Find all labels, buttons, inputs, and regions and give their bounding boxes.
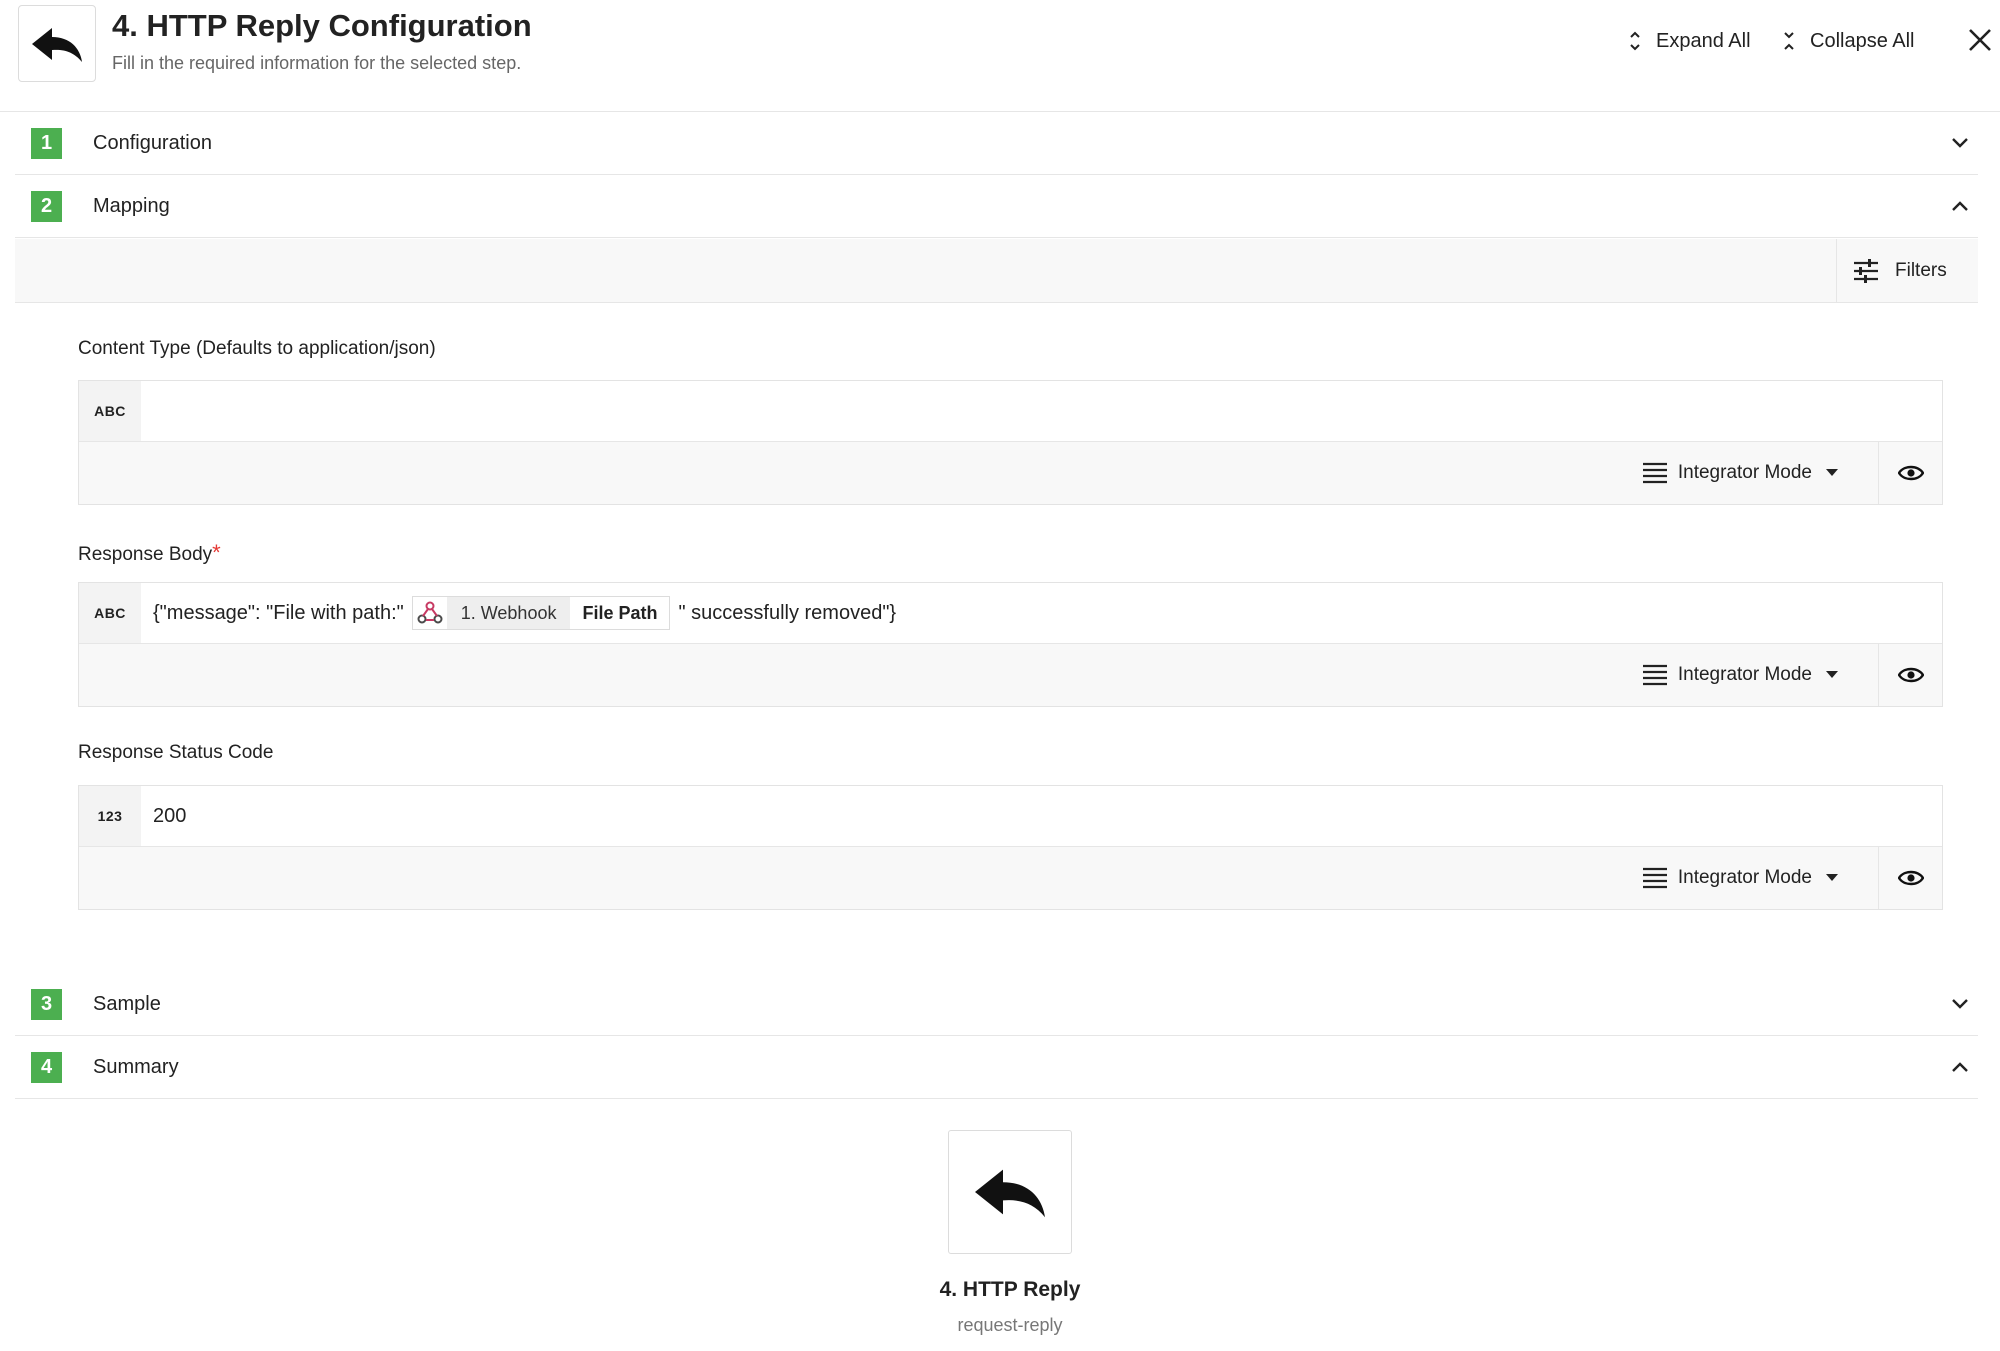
required-mark: * — [212, 540, 221, 565]
page-title: 4. HTTP Reply Configuration — [112, 8, 532, 43]
filters-label: Filters — [1895, 260, 1947, 281]
reply-icon — [948, 1130, 1072, 1254]
response-body-field: ABC {"message": "File with path:" 1. Web… — [78, 582, 1943, 707]
mode-label: Integrator Mode — [1677, 867, 1812, 888]
response-body-suffix: " successfully removed"} — [678, 601, 897, 624]
response-body-input[interactable]: ABC {"message": "File with path:" 1. Web… — [79, 583, 1942, 644]
expand-all-button[interactable]: Expand All — [1628, 26, 1751, 56]
section-sample[interactable]: 3 Sample — [15, 973, 1978, 1036]
status-code-label: Response Status Code — [78, 742, 274, 763]
type-badge-text: 123 — [79, 786, 141, 846]
eye-icon[interactable] — [1878, 442, 1942, 504]
type-badge-text: ABC — [79, 381, 141, 441]
token-field: File Path — [582, 602, 658, 623]
mode-list-icon — [1642, 664, 1668, 686]
collapse-icon — [1782, 30, 1796, 52]
integrator-mode-dropdown[interactable]: Integrator Mode — [1642, 442, 1858, 504]
mode-list-icon — [1642, 867, 1668, 889]
caret-down-icon — [1826, 469, 1838, 477]
mode-list-icon — [1642, 462, 1668, 484]
response-body-prefix: {"message": "File with path:" — [153, 601, 404, 624]
field-toolbar: Integrator Mode — [79, 442, 1942, 504]
section-label: Mapping — [93, 194, 170, 217]
field-toolbar: Integrator Mode — [79, 847, 1942, 909]
page-subtitle: Fill in the required information for the… — [112, 53, 522, 73]
config-header: 4. HTTP Reply Configuration Fill in the … — [0, 0, 2000, 112]
mapped-token[interactable]: 1. Webhook File Path — [411, 596, 671, 630]
section-configuration[interactable]: 1 Configuration — [15, 112, 1978, 175]
content-type-label: Content Type (Defaults to application/js… — [78, 338, 436, 359]
status-code-field: 123 200 Integrator Mode — [78, 785, 1943, 910]
expand-icon — [1628, 30, 1642, 52]
eye-icon[interactable] — [1878, 847, 1942, 909]
content-type-field: ABC Integrator Mode — [78, 380, 1943, 505]
token-step: 1. Webhook — [446, 597, 571, 629]
status-code-value: 200 — [153, 804, 187, 827]
content-type-input[interactable]: ABC — [79, 381, 1942, 442]
collapse-all-button[interactable]: Collapse All — [1782, 26, 1915, 56]
chevron-up-icon[interactable] — [1950, 1057, 1970, 1077]
summary-title: 4. HTTP Reply — [939, 1278, 1081, 1301]
eye-icon[interactable] — [1878, 644, 1942, 706]
collapse-all-label: Collapse All — [1810, 29, 1915, 52]
sliders-icon — [1853, 259, 1879, 283]
section-label: Configuration — [93, 131, 212, 154]
mode-label: Integrator Mode — [1677, 462, 1812, 483]
expand-all-label: Expand All — [1656, 29, 1751, 52]
response-body-label-text: Response Body — [78, 544, 213, 565]
caret-down-icon — [1826, 874, 1838, 882]
section-mapping[interactable]: 2 Mapping — [15, 175, 1978, 238]
integrator-mode-dropdown[interactable]: Integrator Mode — [1642, 847, 1858, 909]
step-number-badge: 4 — [31, 1051, 62, 1083]
type-badge-text: ABC — [79, 583, 141, 643]
reply-icon — [18, 5, 96, 82]
step-number-badge: 1 — [31, 127, 62, 159]
filters-bar: Filters — [15, 239, 1978, 303]
summary-subtitle: request-reply — [957, 1315, 1063, 1335]
caret-down-icon — [1826, 671, 1838, 679]
chevron-up-icon[interactable] — [1950, 196, 1970, 216]
close-icon[interactable] — [1966, 26, 1998, 58]
status-code-input[interactable]: 123 200 — [79, 786, 1942, 847]
section-label: Sample — [93, 992, 161, 1015]
integrator-mode-dropdown[interactable]: Integrator Mode — [1642, 644, 1858, 706]
chevron-down-icon[interactable] — [1950, 133, 1970, 153]
step-number-badge: 3 — [31, 988, 62, 1020]
chevron-down-icon[interactable] — [1950, 994, 1970, 1014]
response-body-label: Response Body* — [78, 540, 221, 566]
field-toolbar: Integrator Mode — [79, 644, 1942, 706]
filters-button[interactable]: Filters — [1836, 239, 1978, 303]
webhook-icon — [413, 597, 447, 629]
section-label: Summary — [93, 1055, 179, 1078]
step-number-badge: 2 — [31, 190, 62, 222]
mode-label: Integrator Mode — [1677, 664, 1812, 685]
response-body-value: {"message": "File with path:" 1. Webhook… — [153, 583, 896, 643]
section-summary[interactable]: 4 Summary — [15, 1036, 1978, 1099]
